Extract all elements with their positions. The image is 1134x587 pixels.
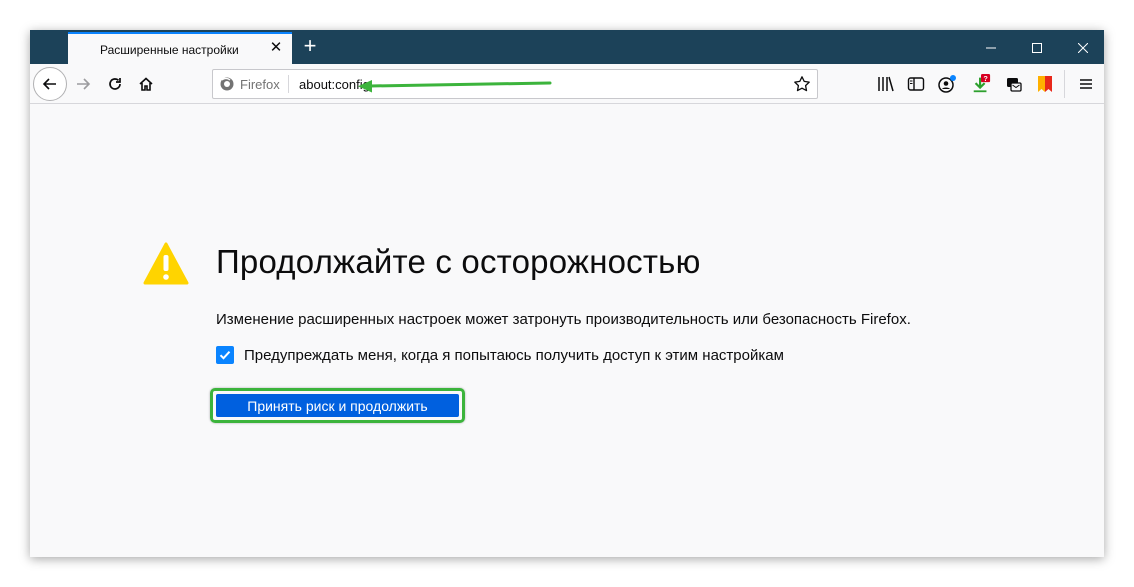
maximize-icon <box>1032 43 1042 54</box>
navigation-bar: Firefox about:config ? <box>30 64 1104 104</box>
firefox-icon <box>220 77 234 91</box>
accept-risk-button[interactable]: Принять риск и продолжить <box>216 394 459 417</box>
forward-icon <box>77 78 91 90</box>
back-icon <box>42 78 56 90</box>
warn-checkbox[interactable] <box>216 346 234 364</box>
back-button[interactable] <box>33 67 67 101</box>
account-icon[interactable] <box>937 74 957 94</box>
identity-box[interactable]: Firefox <box>219 75 289 93</box>
window-close-button[interactable] <box>1060 30 1104 64</box>
container-icon[interactable] <box>1004 74 1024 94</box>
accept-button-highlight: Принять риск и продолжить <box>210 388 465 423</box>
maximize-button[interactable] <box>1014 30 1060 64</box>
reload-icon <box>109 78 121 90</box>
new-tab-button[interactable]: + <box>300 35 320 57</box>
identity-label: Firefox <box>240 76 280 92</box>
minimize-button[interactable] <box>968 30 1014 64</box>
svg-text:?: ? <box>983 74 988 83</box>
bookmark-flag-icon[interactable] <box>1035 74 1055 94</box>
library-icon[interactable] <box>876 74 896 94</box>
browser-window: Расширенные настройки ✕ + Firefox about:… <box>30 30 1104 557</box>
forward-button[interactable] <box>67 68 99 100</box>
download-icon[interactable]: ? <box>971 74 991 94</box>
warning-icon <box>143 241 189 287</box>
tab-bar: Расширенные настройки ✕ + <box>30 30 1104 64</box>
annotation-arrow <box>358 80 552 93</box>
tab-advanced-settings[interactable]: Расширенные настройки ✕ <box>68 32 292 64</box>
window-close-icon <box>1077 42 1089 54</box>
page-title: Продолжайте с осторожностью <box>216 243 701 280</box>
star-icon[interactable] <box>793 75 811 93</box>
close-icon[interactable]: ✕ <box>268 40 284 56</box>
reload-button[interactable] <box>99 68 131 100</box>
toolbar-separator <box>1064 70 1065 98</box>
warning-description: Изменение расширенных настроек может зат… <box>216 311 911 328</box>
tab-title: Расширенные настройки <box>100 43 239 57</box>
sidebar-icon[interactable] <box>906 74 926 94</box>
warn-checkbox-label[interactable]: Предупреждать меня, когда я попытаюсь по… <box>244 347 784 364</box>
home-button[interactable] <box>130 68 162 100</box>
menu-icon[interactable] <box>1076 74 1096 94</box>
minimize-icon <box>986 47 996 49</box>
checkmark-icon <box>219 351 231 360</box>
home-icon <box>139 77 153 91</box>
